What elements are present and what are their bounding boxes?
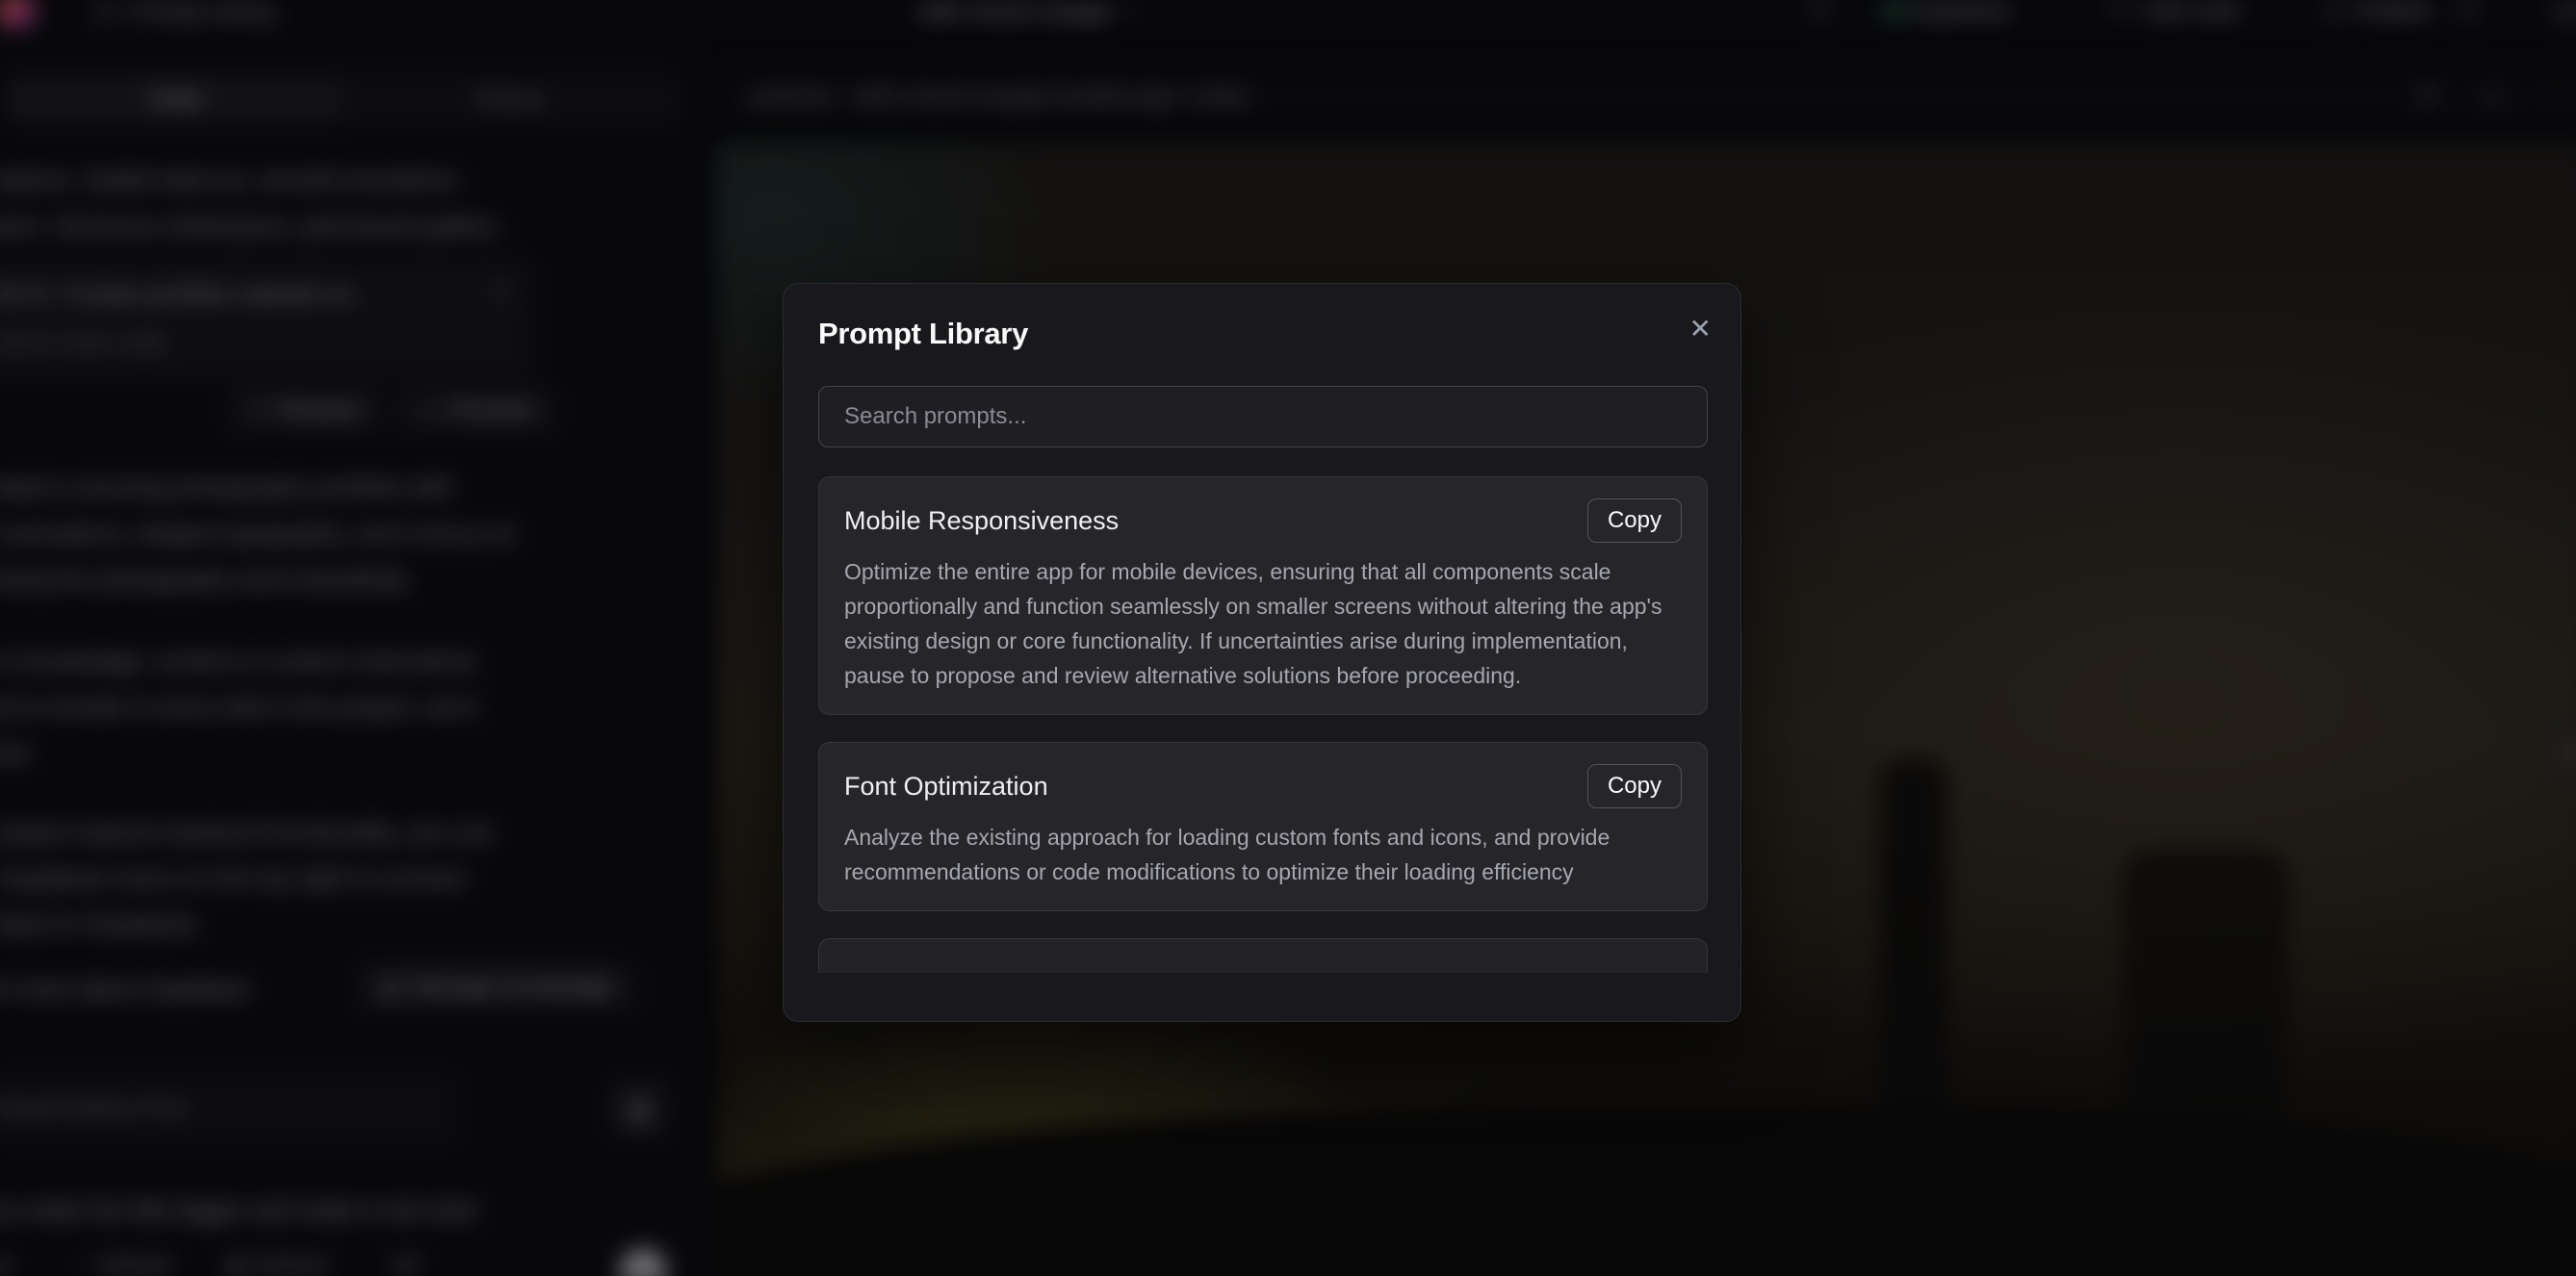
- prompt-card: Font Optimization Copy Analyze the exist…: [818, 742, 1708, 911]
- modal-title: Prompt Library: [818, 317, 1028, 351]
- prompt-title: Font Optimization: [844, 772, 1048, 802]
- prompt-description: Optimize the entire app for mobile devic…: [844, 554, 1682, 693]
- close-icon[interactable]: ✕: [1689, 313, 1712, 345]
- prompt-card-partial: [818, 938, 1708, 973]
- prompt-description: Analyze the existing approach for loadin…: [844, 820, 1682, 889]
- copy-button[interactable]: Copy: [1587, 764, 1682, 808]
- app-window: Prompt Library wills visual voyage ▾ Sup…: [0, 0, 2576, 1276]
- copy-button[interactable]: Copy: [1587, 498, 1682, 543]
- prompt-library-modal: Prompt Library ✕ Mobile Responsiveness C…: [783, 283, 1741, 1022]
- prompt-card: Mobile Responsiveness Copy Optimize the …: [818, 476, 1708, 715]
- prompt-list: Mobile Responsiveness Copy Optimize the …: [818, 476, 1708, 973]
- prompt-title: Mobile Responsiveness: [844, 506, 1119, 536]
- search-input[interactable]: [818, 386, 1708, 447]
